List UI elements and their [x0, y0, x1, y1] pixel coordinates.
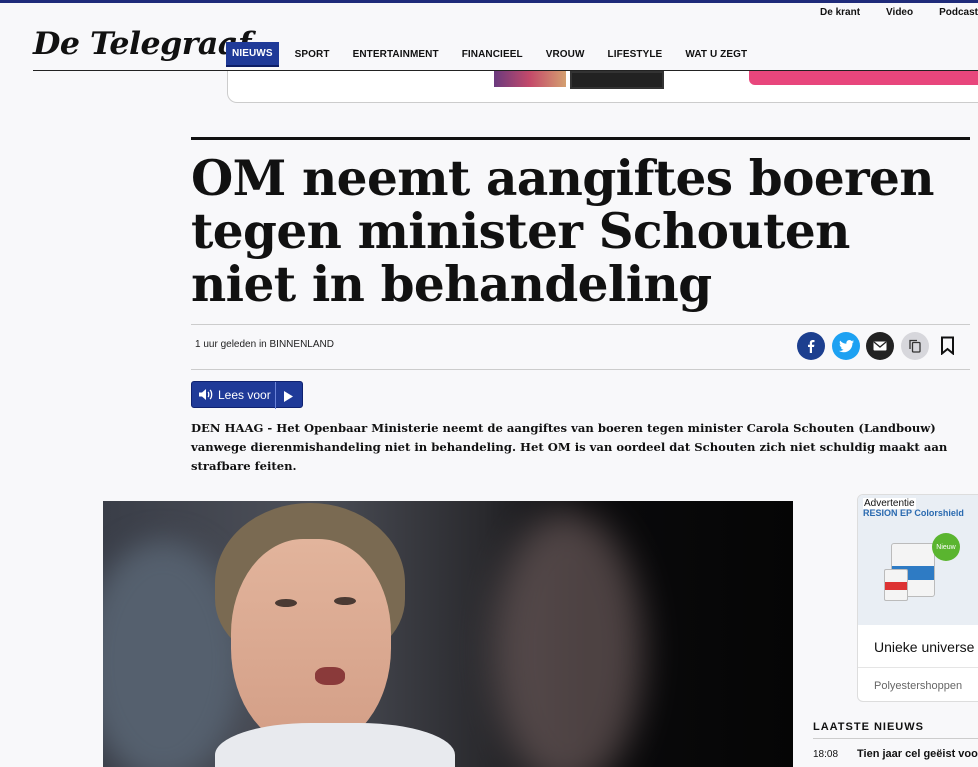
promo-banner[interactable]: [227, 71, 978, 103]
speaker-icon: [198, 388, 214, 401]
utility-link-krant[interactable]: De krant: [820, 7, 860, 18]
latest-news-heading: LAATSTE NIEUWS: [813, 721, 924, 733]
bookmark-icon[interactable]: [940, 336, 955, 360]
latest-news-item[interactable]: Tien jaar cel geëist voo: [857, 748, 978, 760]
read-aloud-button[interactable]: Lees voor: [191, 381, 303, 409]
sidebar-advertisement[interactable]: Nieuw RESION EP Colorshield Advertentie …: [857, 494, 978, 702]
nav-item-vrouw[interactable]: VROUW: [546, 49, 585, 60]
copy-icon[interactable]: [901, 332, 929, 360]
facebook-icon[interactable]: [797, 332, 825, 360]
ad-source: Polyestershoppen: [874, 680, 963, 692]
article-top-rule: [191, 137, 970, 140]
nav-item-nieuws[interactable]: NIEUWS: [226, 42, 279, 67]
ad-brand: RESION EP Colorshield: [863, 508, 964, 518]
promo-cta[interactable]: [749, 71, 978, 85]
ad-label: Advertentie: [863, 498, 916, 509]
mail-icon[interactable]: [866, 332, 894, 360]
meta-divider: [191, 369, 970, 370]
nav-item-wat-u-zegt[interactable]: WAT U ZEGT: [685, 49, 747, 60]
article-meta: 1 uur geleden in BINNENLAND: [195, 339, 334, 350]
read-aloud-label: Lees voor: [218, 387, 271, 402]
latest-news-divider: [813, 738, 978, 739]
promo-thumbnail: [570, 71, 664, 89]
utility-link-podcast[interactable]: Podcast: [939, 7, 978, 18]
top-stripe: [0, 0, 978, 3]
nav-item-financieel[interactable]: FINANCIEEL: [462, 49, 523, 60]
play-icon[interactable]: [284, 390, 293, 405]
nav-item-sport[interactable]: SPORT: [295, 49, 330, 60]
utility-nav: De krant Video Podcast: [820, 7, 978, 18]
article-lead: DEN HAAG - Het Openbaar Ministerie neemt…: [191, 421, 948, 473]
nav-item-lifestyle[interactable]: LIFESTYLE: [608, 49, 663, 60]
ad-new-badge: Nieuw: [932, 533, 960, 561]
latest-news-time: 18:08: [813, 749, 839, 760]
nav-item-entertainment[interactable]: ENTERTAINMENT: [353, 49, 439, 60]
meta-divider: [191, 324, 970, 325]
utility-link-video[interactable]: Video: [886, 7, 913, 18]
ad-title: Unieke universe: [874, 639, 975, 655]
article-headline: OM neemt aangiftes boeren tegen minister…: [191, 150, 935, 313]
site-logo[interactable]: De Telegraaf: [33, 26, 251, 62]
promo-thumbnail: [494, 71, 566, 87]
article-photo[interactable]: [103, 501, 793, 767]
main-nav: NIEUWS SPORT ENTERTAINMENT FINANCIEEL VR…: [226, 42, 770, 67]
twitter-icon[interactable]: [832, 332, 860, 360]
